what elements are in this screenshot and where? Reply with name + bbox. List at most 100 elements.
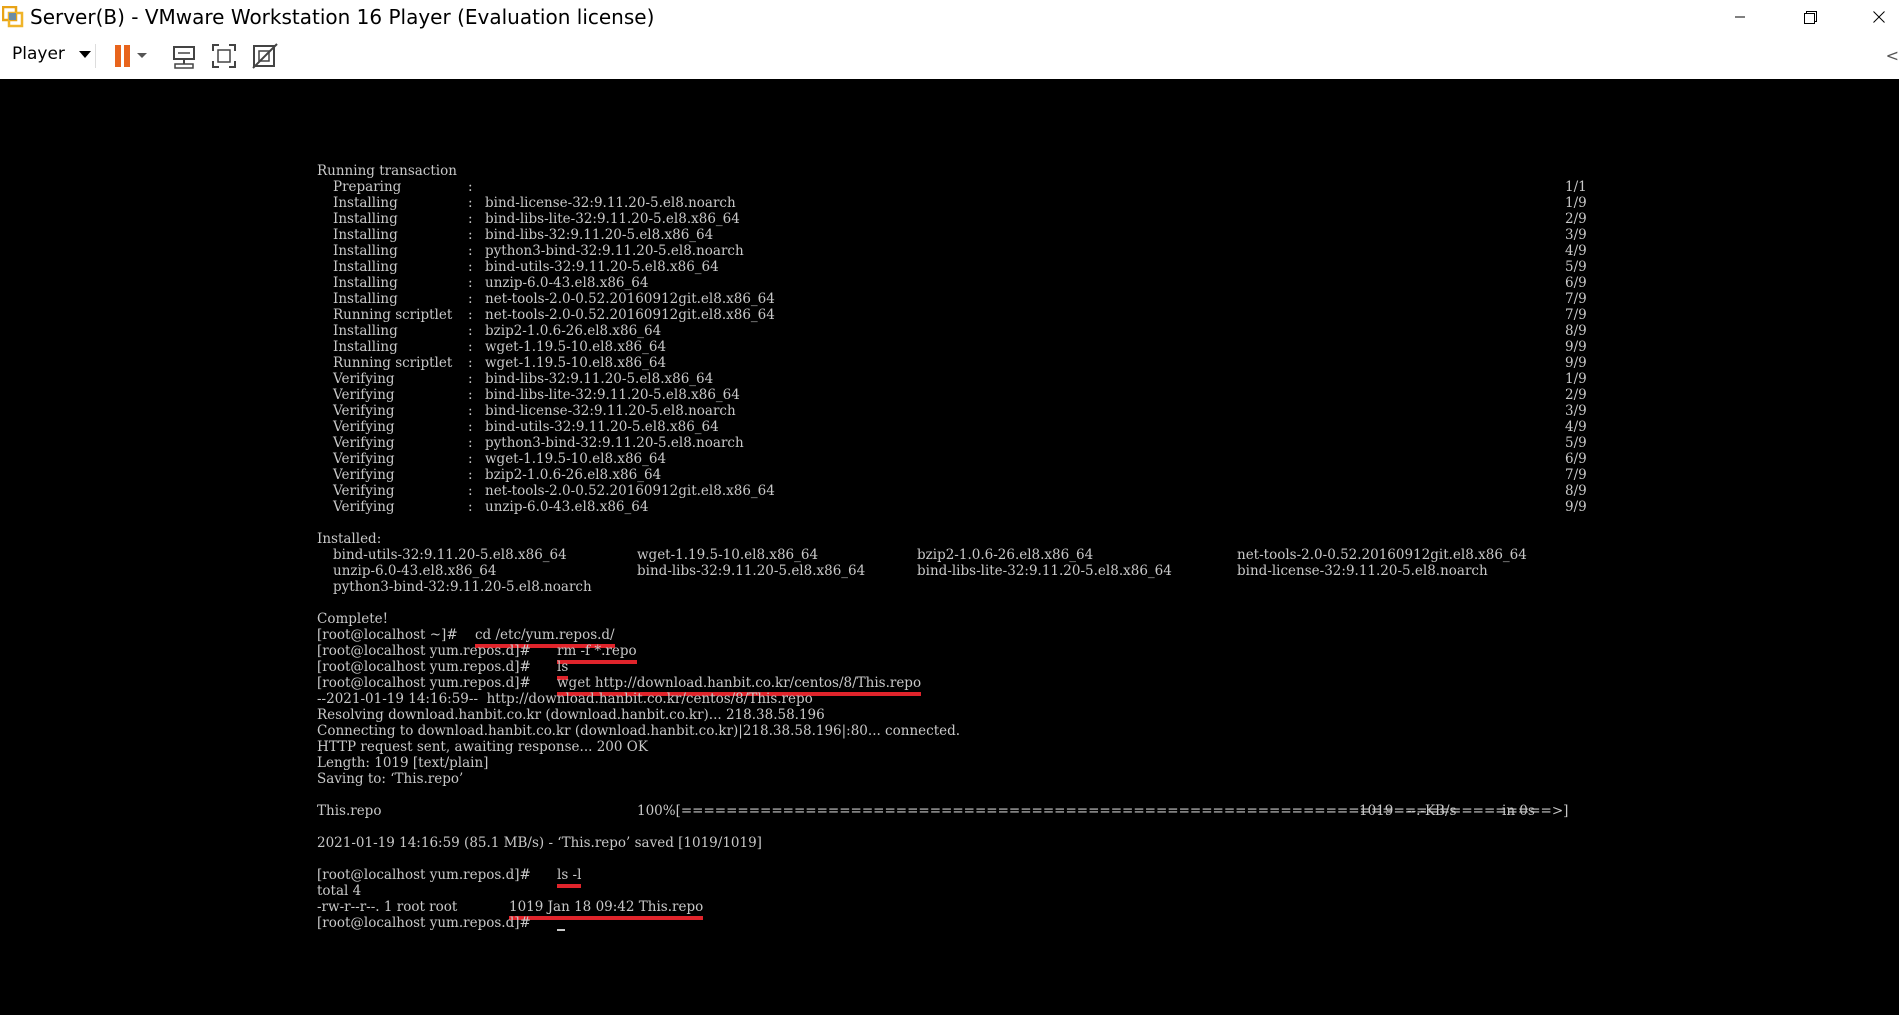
transaction-progress: 4/9: [1565, 243, 1587, 259]
transaction-progress: 6/9: [1565, 275, 1587, 291]
command-line-wget: [root@localhost yum.repos.d]# wget http:…: [317, 675, 922, 696]
transaction-package: bind-libs-lite-32:9.11.20-5.el8.x86_64: [485, 211, 740, 227]
unity-button[interactable]: [249, 40, 281, 72]
transaction-action: Verifying: [333, 419, 395, 435]
separator-colon: :: [468, 467, 473, 483]
restore-button[interactable]: [1787, 0, 1833, 34]
separator-colon: :: [468, 435, 473, 451]
transaction-progress: 1/9: [1565, 195, 1587, 211]
transaction-action: Installing: [333, 323, 398, 339]
separator-colon: :: [468, 483, 473, 499]
separator-colon: :: [468, 211, 473, 227]
transaction-action: Installing: [333, 195, 398, 211]
send-ctrl-alt-del-button[interactable]: [168, 40, 200, 72]
close-button[interactable]: [1856, 0, 1899, 34]
separator-colon: :: [468, 243, 473, 259]
title-bar: Server(B) - VMware Workstation 16 Player…: [0, 0, 1899, 34]
installed-package: wget-1.19.5-10.el8.x86_64: [637, 547, 819, 563]
transaction-action: Verifying: [333, 387, 395, 403]
transaction-package: net-tools-2.0-0.52.20160912git.el8.x86_6…: [485, 483, 775, 499]
separator-colon: :: [468, 227, 473, 243]
transaction-action: Preparing: [333, 179, 402, 195]
transaction-package: unzip-6.0-43.el8.x86_64: [485, 499, 649, 515]
separator-colon: :: [468, 195, 473, 211]
transaction-progress: 6/9: [1565, 451, 1587, 467]
transaction-progress: 5/9: [1565, 435, 1587, 451]
transaction-package: net-tools-2.0-0.52.20160912git.el8.x86_6…: [485, 291, 775, 307]
separator-colon: :: [468, 419, 473, 435]
send-ctrl-alt-del-icon: [173, 46, 195, 69]
wget-output-line: Length: 1019 [text/plain]: [317, 755, 489, 771]
separator-colon: :: [468, 451, 473, 467]
transaction-package: bind-libs-32:9.11.20-5.el8.x86_64: [485, 227, 714, 243]
transaction-package: bind-libs-lite-32:9.11.20-5.el8.x86_64: [485, 387, 740, 403]
total-line: total 4: [317, 883, 362, 899]
installed-header: Installed:: [317, 531, 382, 547]
transaction-action: Installing: [333, 275, 398, 291]
transaction-package: bzip2-1.0.6-26.el8.x86_64: [485, 467, 662, 483]
toolbar-divider: [95, 44, 96, 68]
transaction-progress: 7/9: [1565, 291, 1587, 307]
separator-colon: :: [468, 403, 473, 419]
separator-colon: :: [468, 499, 473, 515]
transaction-progress: 1/9: [1565, 371, 1587, 387]
separator-colon: :: [468, 179, 473, 195]
transaction-action: Verifying: [333, 451, 395, 467]
wget-output-line: --2021-01-19 14:16:59-- http://download.…: [317, 691, 813, 707]
close-icon: [1873, 11, 1885, 23]
pause-button[interactable]: [106, 40, 152, 72]
saved-line: 2021-01-19 14:16:59 (85.1 MB/s) - ‘This.…: [317, 835, 762, 851]
transaction-progress: 3/9: [1565, 403, 1587, 419]
player-menu-label: Player: [12, 44, 65, 64]
transaction-action: Installing: [333, 243, 398, 259]
prompt: [root@localhost yum.repos.d]#: [317, 643, 531, 659]
transaction-progress: 8/9: [1565, 483, 1587, 499]
transaction-package: net-tools-2.0-0.52.20160912git.el8.x86_6…: [485, 307, 775, 323]
prompt: [root@localhost ~]#: [317, 627, 458, 643]
transaction-action: Installing: [333, 211, 398, 227]
transaction-action: Running scriptlet: [333, 355, 453, 371]
installed-package: bind-libs-32:9.11.20-5.el8.x86_64: [637, 563, 866, 579]
text-cursor: [557, 915, 565, 931]
full-screen-button[interactable]: [208, 40, 240, 72]
installed-package: bzip2-1.0.6-26.el8.x86_64: [917, 547, 1094, 563]
transaction-action: Verifying: [333, 371, 395, 387]
transaction-action: Installing: [333, 291, 398, 307]
wget-output-line: Connecting to download.hanbit.co.kr (dow…: [317, 723, 961, 739]
transaction-action: Verifying: [333, 499, 395, 515]
transaction-package: wget-1.19.5-10.el8.x86_64: [485, 355, 667, 371]
transaction-package: bind-utils-32:9.11.20-5.el8.x86_64: [485, 259, 719, 275]
collapse-left-icon[interactable]: <: [1886, 46, 1899, 65]
transaction-package: bind-license-32:9.11.20-5.el8.noarch: [485, 195, 736, 211]
transaction-action: Verifying: [333, 483, 395, 499]
transaction-package: bind-libs-32:9.11.20-5.el8.x86_64: [485, 371, 714, 387]
separator-colon: :: [468, 339, 473, 355]
current-prompt-line: [root@localhost yum.repos.d]#: [317, 915, 565, 931]
prompt: [root@localhost yum.repos.d]#: [317, 915, 531, 931]
vmware-icon: [2, 6, 24, 28]
transaction-package: wget-1.19.5-10.el8.x86_64: [485, 451, 667, 467]
transaction-action: Verifying: [333, 435, 395, 451]
unity-icon: [252, 43, 278, 69]
transaction-package: wget-1.19.5-10.el8.x86_64: [485, 339, 667, 355]
command-line-cd: [root@localhost ~]# cd /etc/yum.repos.d/: [317, 627, 615, 648]
transaction-progress: 2/9: [1565, 211, 1587, 227]
installed-package: bind-utils-32:9.11.20-5.el8.x86_64: [333, 547, 567, 563]
transaction-progress: 8/9: [1565, 323, 1587, 339]
transaction-action: Installing: [333, 259, 398, 275]
transaction-package: bind-license-32:9.11.20-5.el8.noarch: [485, 403, 736, 419]
transaction-action: Installing: [333, 339, 398, 355]
terminal-output: Running transaction Preparing: 1/1 Install…: [317, 163, 1617, 943]
transaction-progress: 7/9: [1565, 467, 1587, 483]
minimize-button[interactable]: [1717, 0, 1763, 34]
transaction-header: Running transaction: [317, 163, 457, 179]
transaction-action: Verifying: [333, 403, 395, 419]
transaction-package: unzip-6.0-43.el8.x86_64: [485, 275, 649, 291]
player-menu[interactable]: Player: [12, 44, 91, 64]
separator-colon: :: [468, 291, 473, 307]
restore-icon: [1803, 10, 1817, 24]
wget-output-line: Saving to: ‘This.repo’: [317, 771, 464, 787]
prompt: [root@localhost yum.repos.d]#: [317, 675, 531, 691]
transaction-package: bzip2-1.0.6-26.el8.x86_64: [485, 323, 662, 339]
transaction-progress: 9/9: [1565, 339, 1587, 355]
